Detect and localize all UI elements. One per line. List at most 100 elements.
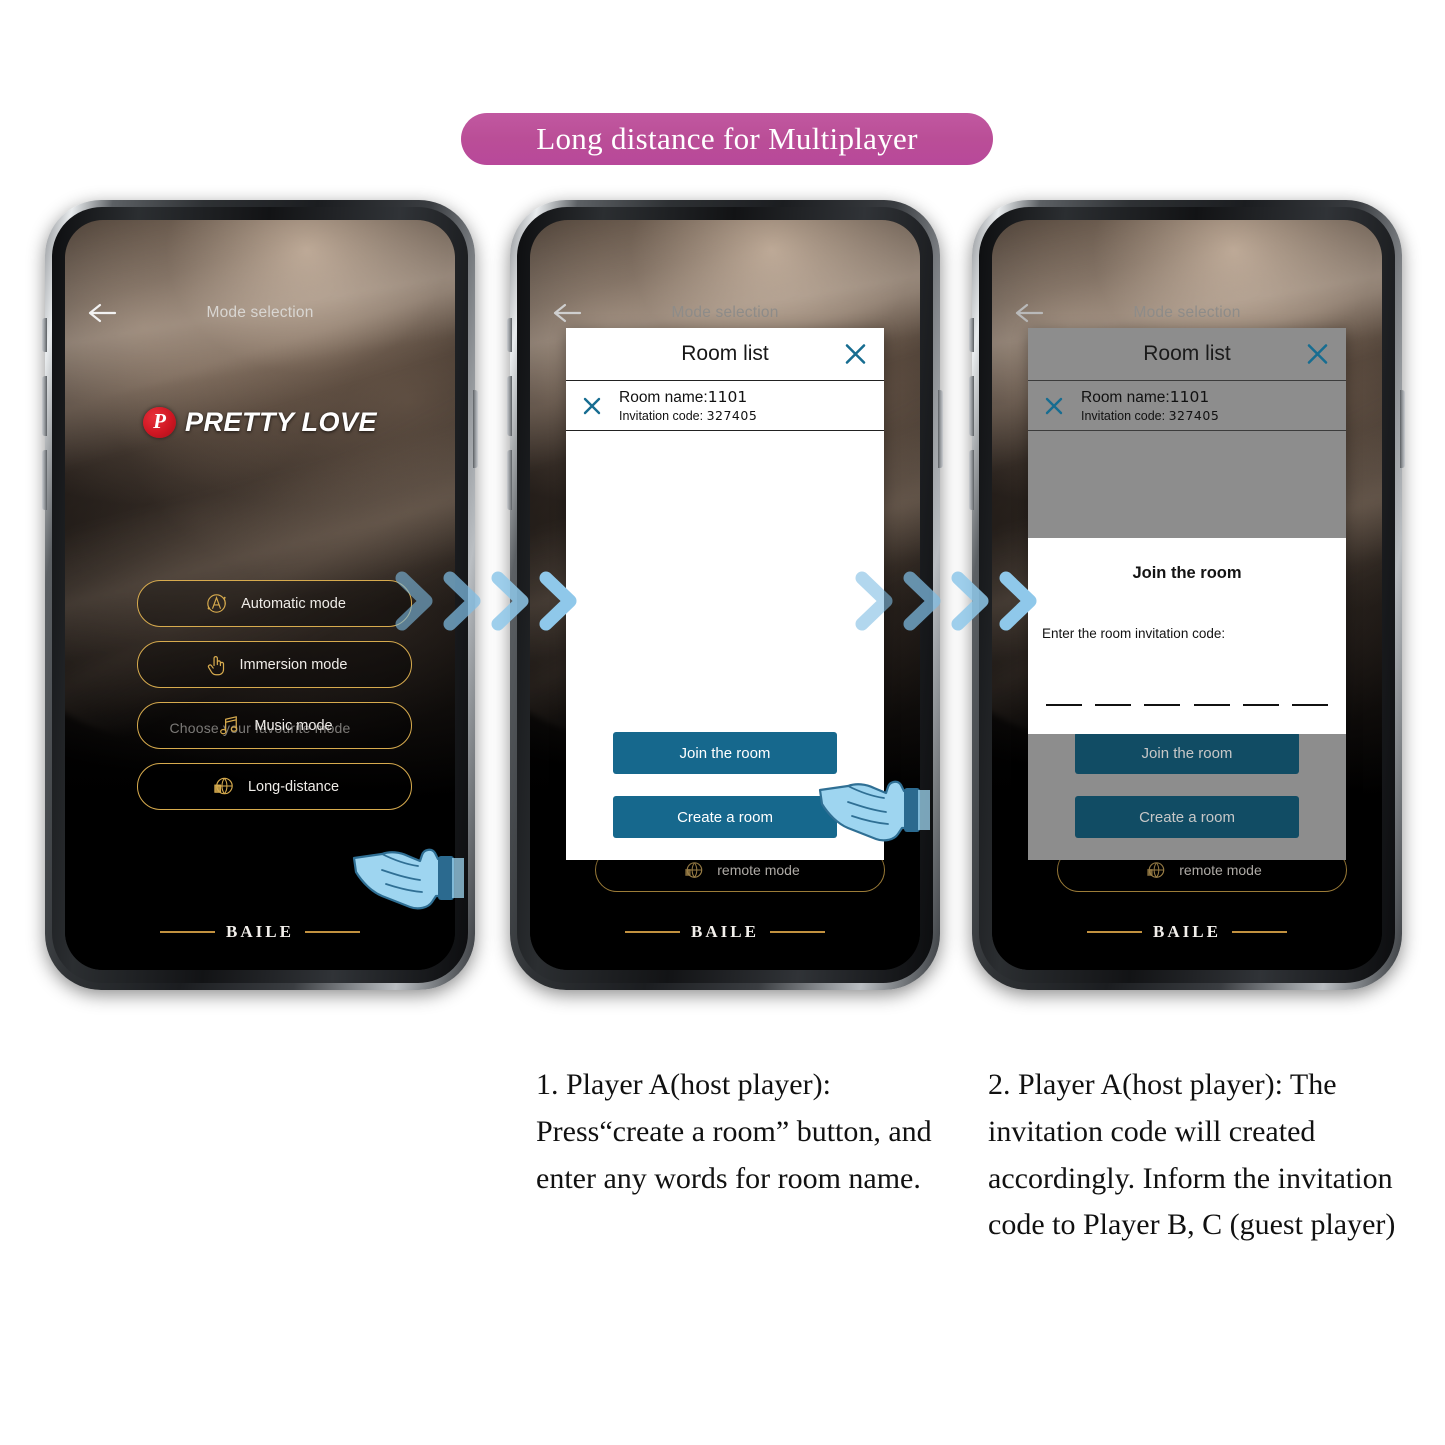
logo-badge-letter: P [153, 409, 166, 433]
dialog-header: Room list [566, 328, 884, 381]
globe-icon [680, 857, 707, 884]
close-x-icon[interactable] [582, 396, 602, 416]
mode-button-immersion[interactable]: Immersion mode [137, 641, 412, 688]
page-title-banner: Long distance for Multiplayer [461, 113, 993, 165]
remote-mode-label: remote mode [1179, 862, 1262, 878]
phone-power-button[interactable] [938, 390, 943, 468]
mode-button-list: Automatic mode Immersion mode Music mode… [137, 580, 412, 824]
pointing-hand-icon [202, 651, 229, 678]
phone-mute-switch[interactable] [507, 318, 512, 352]
invitation-code-label: Invitation code: [619, 409, 704, 423]
screen-title: Mode selection [206, 304, 314, 321]
screen-title: Mode selection [671, 304, 779, 321]
step-1-caption: 1. Player A(host player): Press“create a… [536, 1068, 932, 1195]
code-slot[interactable] [1193, 704, 1230, 706]
mode-label: Immersion mode [239, 656, 348, 673]
footer-rule-left [1087, 931, 1143, 933]
phone-volume-down-button[interactable] [507, 450, 512, 510]
phone-screen: Mode selection remote mode BAILE Room li… [992, 220, 1382, 970]
pointing-hand-cursor-icon [818, 762, 930, 848]
join-room-overlay: Join the room Enter the room invitation … [1028, 538, 1346, 734]
music-note-icon [216, 712, 243, 739]
close-x-icon[interactable] [1306, 343, 1329, 366]
dialog-actions: Join the room Create a room [1028, 732, 1346, 838]
invitation-code-input[interactable] [1046, 704, 1328, 706]
room-list-item[interactable]: Room name:1101 Invitation code: 327405 [1028, 381, 1346, 431]
logo-badge-icon: P [142, 407, 176, 438]
mode-label: Automatic mode [241, 595, 346, 612]
chevron-right-icon [488, 570, 534, 632]
code-slot[interactable] [1046, 704, 1082, 706]
footer-brand: BAILE [691, 922, 759, 941]
code-slot[interactable] [1095, 704, 1132, 706]
phone-volume-up-button[interactable] [42, 376, 47, 436]
mode-label: Long-distance [247, 778, 340, 795]
join-room-title: Join the room [1132, 564, 1242, 582]
remote-mode-label: remote mode [717, 862, 800, 878]
footer-rule-left [625, 931, 681, 933]
phone-volume-up-button[interactable] [969, 376, 974, 436]
code-slot[interactable] [1291, 704, 1328, 706]
chevron-right-icon [948, 570, 994, 632]
chevron-right-icon [440, 570, 486, 632]
dialog-title: Room list [681, 342, 769, 365]
close-x-icon[interactable] [844, 343, 867, 366]
phone-volume-up-button[interactable] [507, 376, 512, 436]
join-the-room-button[interactable]: Join the room [613, 732, 837, 774]
globe-icon [1142, 857, 1169, 884]
footer-rule-right [1231, 931, 1287, 933]
brand-footer: BAILE [992, 922, 1382, 942]
logo-word-pretty: PRETTY [184, 407, 295, 437]
brand-logo: P PRETTY LOVE [65, 407, 455, 438]
invitation-code-label: Invitation code: [1081, 409, 1166, 423]
footer-rule-right [304, 931, 360, 933]
room-name-value: 1101 [707, 388, 748, 406]
invitation-code-line: Invitation code: 327405 [619, 408, 757, 423]
mode-button-music[interactable]: Music mode [137, 702, 412, 749]
room-list-item[interactable]: Room name:1101 Invitation code: 327405 [566, 381, 884, 431]
mode-button-long-distance[interactable]: Long-distance [137, 763, 412, 810]
create-a-room-button[interactable]: Create a room [613, 796, 837, 838]
phone-power-button[interactable] [473, 390, 478, 468]
phone-mute-switch[interactable] [969, 318, 974, 352]
chevron-right-icon [852, 570, 898, 632]
brand-footer: BAILE [530, 922, 920, 942]
step-2-caption: 2. Player A(host player): The invitation… [988, 1068, 1396, 1242]
mode-label: Music mode [254, 717, 333, 734]
code-slot[interactable] [1144, 704, 1181, 706]
join-the-room-button[interactable]: Join the room [1075, 732, 1299, 774]
poster-stage: Long distance for Multiplayer Mode selec… [0, 0, 1445, 1445]
brand-footer: BAILE [65, 922, 455, 942]
phone-volume-down-button[interactable] [969, 450, 974, 510]
footer-rule-left [160, 931, 216, 933]
invitation-code-value: 327405 [706, 408, 758, 423]
create-a-room-button[interactable]: Create a room [1075, 796, 1299, 838]
footer-brand: BAILE [226, 922, 294, 941]
page-title: Long distance for Multiplayer [536, 121, 918, 156]
chevron-right-icon [996, 570, 1042, 632]
code-slot[interactable] [1242, 704, 1279, 706]
room-name-label: Room name: [619, 389, 708, 406]
invitation-code-prompt: Enter the room invitation code: [1042, 626, 1226, 641]
footer-brand: BAILE [1153, 922, 1221, 941]
globe-icon [210, 773, 237, 800]
logo-word-love: LOVE [301, 407, 378, 437]
invitation-code-value: 327405 [1168, 408, 1220, 423]
close-x-icon[interactable] [1044, 396, 1064, 416]
logo-wordmark: PRETTY LOVE [185, 407, 377, 438]
room-item-text: Room name:1101 Invitation code: 327405 [1081, 388, 1219, 423]
automatic-a-circle-icon [203, 590, 230, 617]
room-name-value: 1101 [1169, 388, 1210, 406]
chevron-right-icon [536, 570, 582, 632]
phone-power-button[interactable] [1400, 390, 1405, 468]
dialog-title: Room list [1143, 342, 1231, 365]
mode-button-automatic[interactable]: Automatic mode [137, 580, 412, 627]
room-name-line: Room name:1101 [1081, 388, 1219, 407]
phone-volume-down-button[interactable] [42, 450, 47, 510]
phone-mute-switch[interactable] [42, 318, 47, 352]
screen-title: Mode selection [1133, 304, 1241, 321]
dialog-header: Room list [1028, 328, 1346, 381]
chevron-right-icon [392, 570, 438, 632]
room-name-label: Room name: [1081, 389, 1170, 406]
chevron-right-icon [900, 570, 946, 632]
